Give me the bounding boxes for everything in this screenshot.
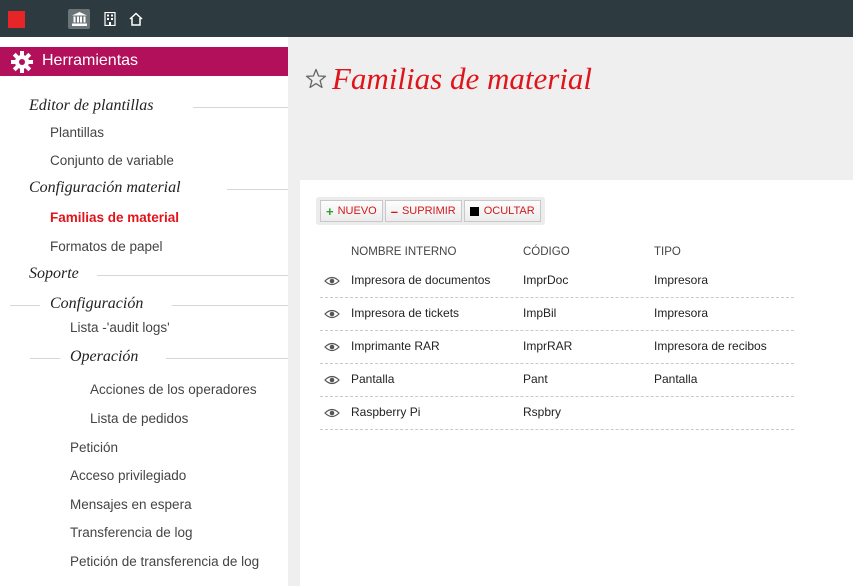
star-icon[interactable]: [304, 67, 328, 91]
column-header-tipo[interactable]: TIPO: [654, 246, 681, 258]
group-divider: [10, 305, 40, 306]
column-header-nombre-interno[interactable]: NOMBRE INTERNO: [351, 246, 456, 258]
column-header-codigo[interactable]: CÓDIGO: [523, 246, 570, 258]
sidebar-item-lista-de-pedidos[interactable]: Lista de pedidos: [90, 411, 188, 426]
sidebar-item-acceso-privilegiado[interactable]: Acceso privilegiado: [70, 468, 186, 483]
cell-tipo: Impresora: [654, 306, 709, 320]
cell-codigo: ImprDoc: [523, 273, 569, 287]
gear-icon: [11, 51, 33, 73]
group-operacion[interactable]: Operación: [70, 348, 138, 366]
sidebar-item-lista-audit-logs[interactable]: Lista -'audit logs': [70, 320, 170, 335]
building-icon[interactable]: [99, 9, 121, 29]
main-content: Familias de material + NUEVO – SUPRIMIR …: [288, 37, 853, 586]
page-title-text: Familias de material: [332, 61, 593, 96]
cell-nombre-interno: Imprimante RAR: [351, 339, 440, 353]
sidebar-item-mensajes-en-espera[interactable]: Mensajes en espera: [70, 497, 192, 512]
new-button[interactable]: + NUEVO: [320, 200, 383, 222]
group-divider: [30, 358, 60, 359]
sidebar-item-plantillas[interactable]: Plantillas: [50, 125, 104, 140]
cell-tipo: Impresora: [654, 273, 709, 287]
group-divider: [97, 275, 288, 276]
group-editor-de-plantillas[interactable]: Editor de plantillas: [29, 97, 153, 115]
cell-tipo: Pantalla: [654, 372, 698, 386]
plus-icon: +: [326, 203, 334, 219]
table-row[interactable]: Impresora de tickets ImpBil Impresora: [320, 298, 794, 331]
delete-button-label: SUPRIMIR: [401, 205, 456, 217]
bank-icon[interactable]: [68, 9, 90, 29]
eye-icon[interactable]: [324, 374, 340, 386]
eye-icon[interactable]: [324, 275, 340, 287]
sidebar-item-formatos-de-papel[interactable]: Formatos de papel: [50, 239, 163, 254]
group-configuracion-material[interactable]: Configuración material: [29, 179, 181, 197]
table-row[interactable]: Imprimante RAR ImprRAR Impresora de recibo…: [320, 331, 794, 364]
cell-tipo: Impresora de recibos: [654, 339, 767, 353]
cell-nombre-interno: Impresora de documentos: [351, 273, 491, 287]
group-configuracion[interactable]: Configuración: [50, 295, 143, 313]
eye-icon[interactable]: [324, 407, 340, 419]
group-divider: [166, 358, 288, 359]
cell-nombre-interno: Impresora de tickets: [351, 306, 460, 320]
cell-codigo: Rspbry: [523, 405, 562, 419]
group-divider: [172, 305, 288, 306]
sidebar-item-acciones-de-los-operadores[interactable]: Acciones de los operadores: [90, 382, 257, 397]
cell-nombre-interno: Pantalla: [351, 372, 395, 386]
delete-button[interactable]: – SUPRIMIR: [384, 200, 462, 222]
top-bar: [0, 0, 853, 37]
cell-codigo: Pant: [523, 372, 548, 386]
hide-button[interactable]: OCULTAR: [463, 200, 541, 222]
cell-nombre-interno: Raspberry Pi: [351, 405, 421, 419]
group-divider: [227, 189, 288, 190]
minus-icon: –: [390, 203, 398, 219]
sidebar-item-conjunto-de-variable[interactable]: Conjunto de variable: [50, 153, 174, 168]
cell-codigo: ImpBil: [523, 306, 557, 320]
toolbar: + NUEVO – SUPRIMIR OCULTAR: [316, 197, 545, 225]
sidebar-header-title: Herramientas: [42, 52, 139, 69]
table-row[interactable]: Raspberry Pi Rspbry: [320, 397, 794, 430]
eye-icon[interactable]: [324, 308, 340, 320]
brand-logo[interactable]: [8, 11, 25, 28]
square-icon: [469, 206, 479, 216]
sidebar: Herramientas Editor de plantillas Planti…: [0, 37, 288, 586]
sidebar-item-peticion-de-transferencia-de-log[interactable]: Petición de transferencia de log: [70, 554, 259, 569]
sidebar-item-transferencia-de-log[interactable]: Transferencia de log: [70, 525, 193, 540]
page-title: Familias de material: [304, 61, 592, 97]
sidebar-item-peticion[interactable]: Petición: [70, 440, 118, 455]
table-row[interactable]: Impresora de documentos ImprDoc Impresora: [320, 265, 794, 298]
group-soporte[interactable]: Soporte: [29, 265, 79, 283]
cell-codigo: ImprRAR: [523, 339, 573, 353]
group-divider: [193, 107, 288, 108]
eye-icon[interactable]: [324, 341, 340, 353]
home-icon[interactable]: [125, 9, 147, 29]
new-button-label: NUEVO: [337, 205, 377, 217]
hide-button-label: OCULTAR: [483, 205, 535, 217]
sidebar-item-familias-de-material[interactable]: Familias de material: [50, 210, 179, 225]
sidebar-header[interactable]: Herramientas: [0, 47, 288, 76]
list-panel: + NUEVO – SUPRIMIR OCULTAR NOMBRE INTERN…: [300, 180, 853, 586]
table-row[interactable]: Pantalla Pant Pantalla: [320, 364, 794, 397]
